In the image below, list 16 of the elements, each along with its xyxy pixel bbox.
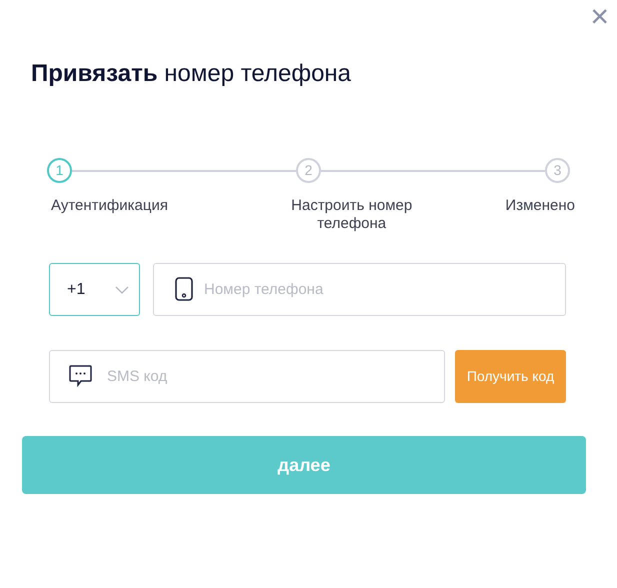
step-label: Аутентификация: [51, 197, 168, 215]
phone-field[interactable]: Номер телефона: [153, 263, 566, 316]
get-code-button[interactable]: Получить код: [455, 350, 566, 403]
country-code-select[interactable]: +1: [49, 263, 140, 316]
step-label: Изменено: [505, 197, 575, 215]
step-label: Настроить номер телефона: [290, 197, 414, 233]
step-number: 3: [545, 158, 570, 183]
dialog-title: Привязать номер телефона: [31, 59, 352, 89]
chat-bubble-icon: [69, 365, 92, 387]
close-button[interactable]: ×: [590, 0, 609, 32]
smartphone-icon: [175, 277, 193, 301]
chevron-down-icon: [115, 286, 129, 294]
step-number: 2: [296, 158, 321, 183]
next-button[interactable]: далее: [22, 436, 586, 494]
sms-code-field[interactable]: SMS код: [49, 350, 445, 403]
step-number: 1: [47, 158, 72, 183]
